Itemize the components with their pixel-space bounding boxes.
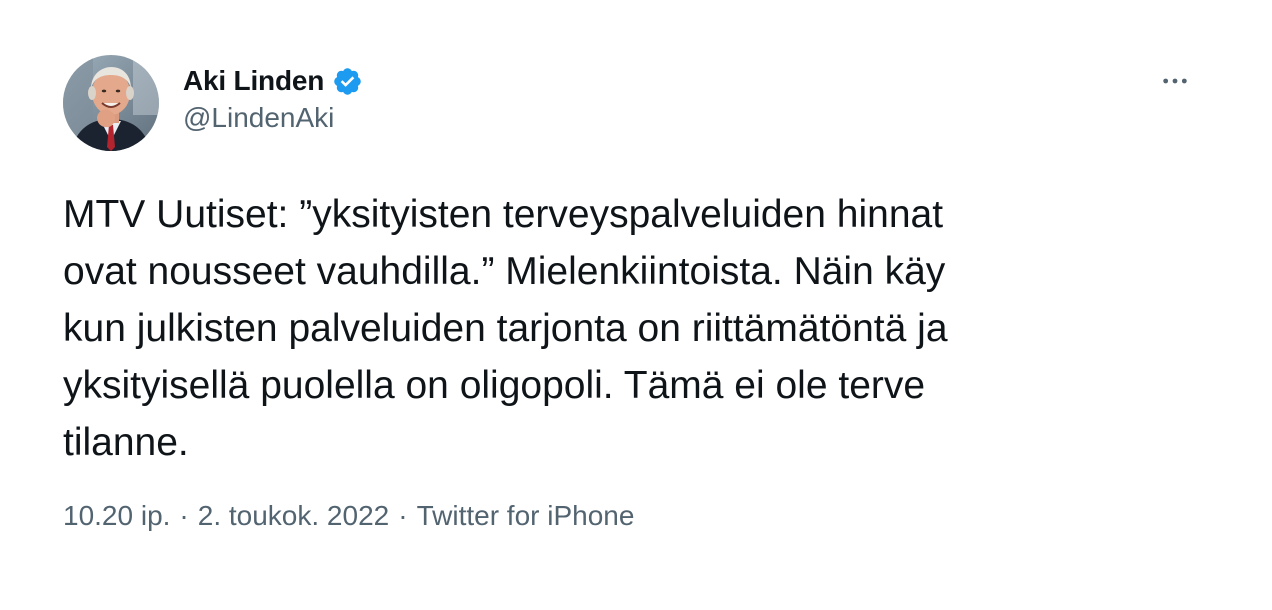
verified-badge-icon — [332, 66, 363, 97]
author-handle[interactable]: @LindenAki — [183, 102, 363, 134]
tweet-time-link[interactable]: 10.20 ip. · 2. toukok. 2022 — [63, 500, 389, 532]
separator-dot: · — [398, 500, 408, 531]
author-block: Aki Linden @LindenAki — [183, 62, 363, 134]
avatar-photo — [63, 55, 159, 151]
author-display-name[interactable]: Aki Linden — [183, 65, 324, 97]
tweet-card: Aki Linden @LindenAki MTV Uutiset: ”yksi… — [0, 0, 1272, 610]
tweet-text: MTV Uutiset: ”yksityisten terveyspalvelu… — [63, 193, 948, 464]
tweet-metadata: 10.20 ip. · 2. toukok. 2022 · Twitter for … — [63, 496, 634, 536]
more-horizontal-icon — [1159, 65, 1191, 102]
tweet-source-link[interactable]: Twitter for iPhone — [417, 500, 635, 532]
author-name-row: Aki Linden — [183, 62, 363, 100]
tweet-date: 2. toukok. 2022 — [197, 500, 390, 531]
tweet-time: 10.20 ip. — [63, 500, 171, 531]
more-options-button[interactable] — [1152, 60, 1198, 106]
avatar[interactable] — [63, 55, 159, 151]
separator-dot: · — [179, 500, 189, 531]
